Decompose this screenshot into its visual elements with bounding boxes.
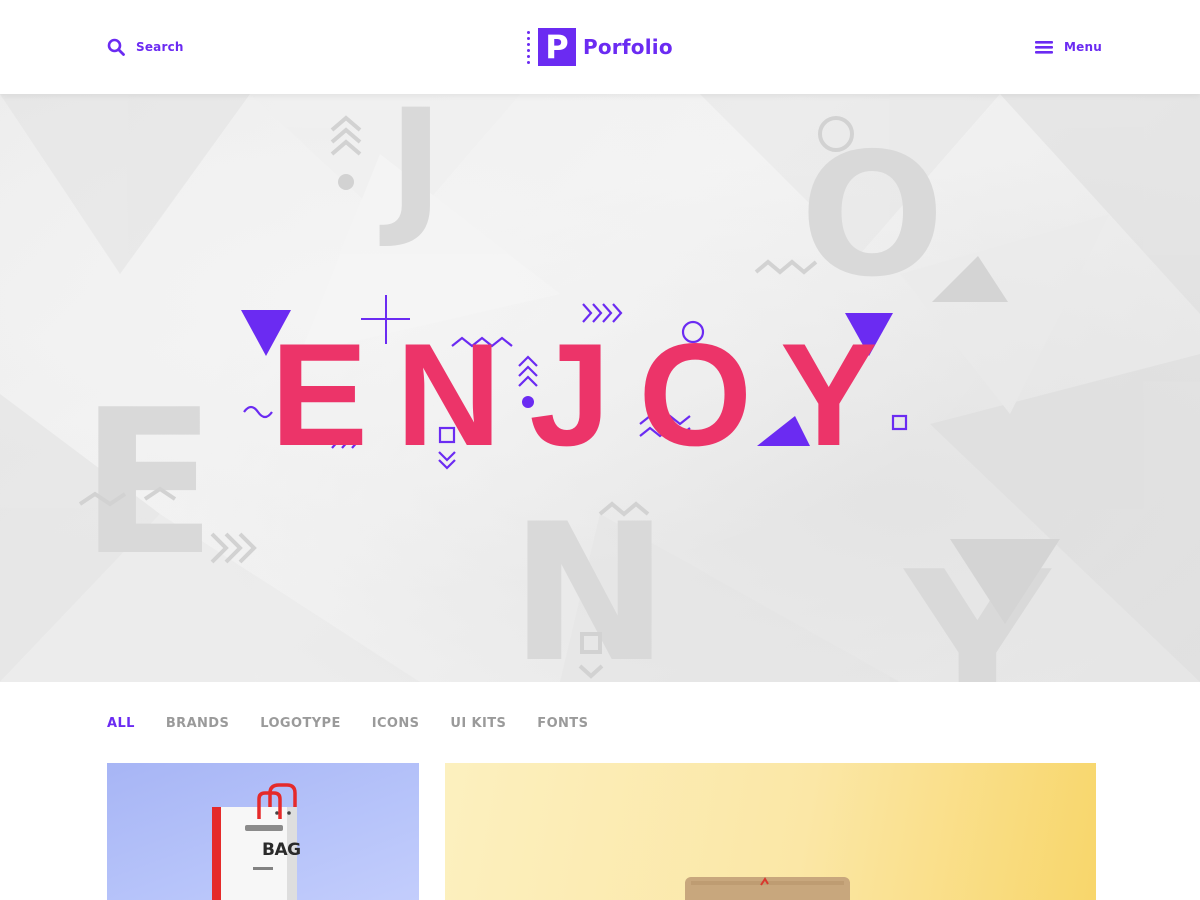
bag-label-text: BAG	[262, 840, 301, 860]
portfolio-card-bag[interactable]	[107, 763, 419, 900]
brand-logo-link[interactable]: P Porfolio	[527, 28, 673, 66]
kraft-bag-image	[685, 877, 850, 900]
brand-dots-decoration	[527, 30, 530, 64]
top-bar: Search P Porfolio Menu	[0, 0, 1200, 94]
tab-brands[interactable]: BRANDS	[166, 716, 229, 731]
hero-headline: ENJOY	[271, 313, 906, 476]
search-label: Search	[136, 40, 184, 54]
portfolio-card-yellow[interactable]	[445, 763, 1096, 900]
tab-icons[interactable]: ICONS	[372, 716, 420, 731]
search-button[interactable]: Search	[107, 36, 184, 58]
hero-banner: J O E N Y ENJOY	[0, 94, 1200, 682]
accent-wave-left	[243, 405, 273, 419]
brand-mark: P	[538, 28, 576, 66]
shopping-bag-image	[212, 783, 297, 900]
hamburger-icon	[1035, 41, 1053, 54]
tab-fonts[interactable]: FONTS	[537, 716, 588, 731]
menu-label: Menu	[1064, 40, 1102, 54]
menu-button[interactable]: Menu	[1035, 36, 1102, 58]
tab-all[interactable]: ALL	[107, 716, 135, 731]
tab-ui-kits[interactable]: UI KITS	[450, 716, 506, 731]
tab-logotype[interactable]: LOGOTYPE	[260, 716, 340, 731]
ghost-letter-j: J	[379, 94, 444, 252]
category-filter-tabs: ALL BRANDS LOGOTYPE ICONS UI KITS FONTS	[107, 712, 588, 734]
ghost-letter-e: E	[80, 367, 217, 600]
ghost-letter-o: O	[800, 117, 945, 315]
search-icon	[107, 38, 125, 56]
brand-name: Porfolio	[583, 35, 673, 59]
hero-artwork: J O E N Y ENJOY	[0, 94, 1200, 682]
